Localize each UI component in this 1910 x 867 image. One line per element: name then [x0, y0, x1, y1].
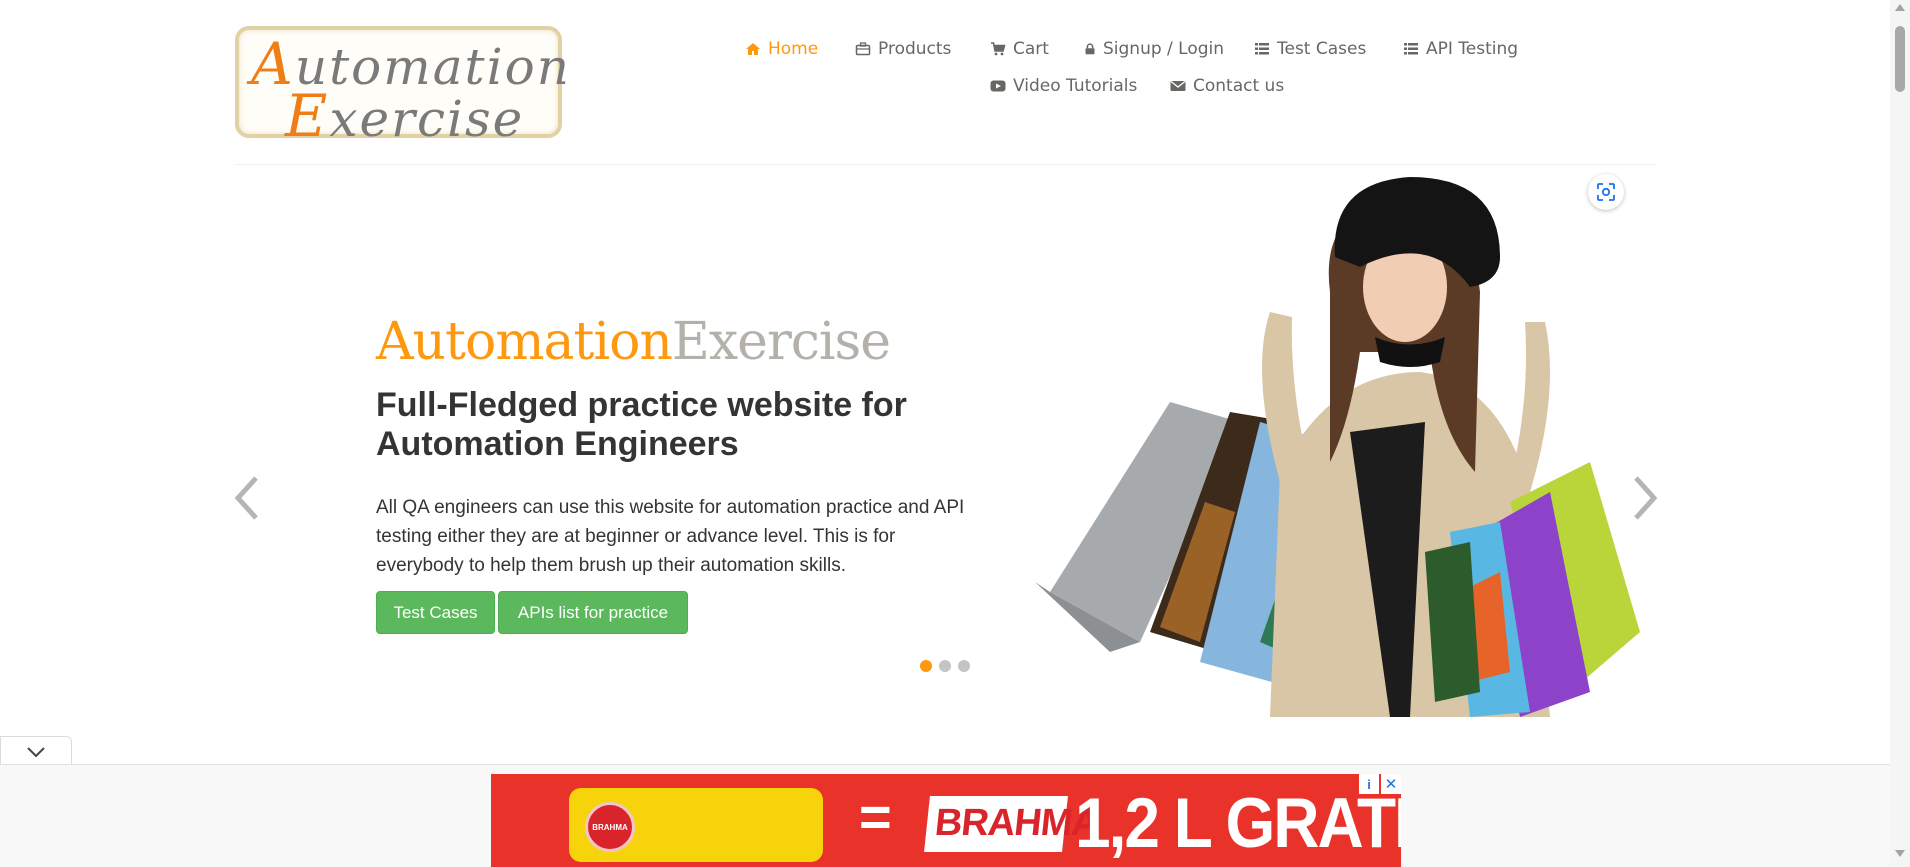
ad-brand-logo: BRAHMA [924, 796, 1100, 852]
ad-brand-badge: BRAHMA [585, 802, 635, 852]
ad-offer-text: 1,2 L GRATIS [1075, 783, 1401, 863]
scroll-up-arrow-icon[interactable] [1895, 4, 1905, 11]
hero-description: All QA engineers can use this website fo… [376, 497, 965, 576]
nav-cart[interactable]: Cart [990, 39, 1049, 59]
ad-banner[interactable]: BRAHMA = BRAHMA 1,2 L GRATIS i ✕ [491, 774, 1401, 867]
nav-products[interactable]: Products [855, 39, 951, 59]
scrollbar-thumb[interactable] [1895, 26, 1905, 92]
ad-yellow-panel: BRAHMA [569, 788, 823, 862]
cart-icon [991, 42, 1006, 56]
ad-close-icon[interactable]: ✕ [1381, 774, 1401, 794]
nav-api-testing[interactable]: API Testing [1403, 39, 1518, 59]
ad-container: BRAHMA = BRAHMA 1,2 L GRATIS i ✕ [0, 764, 1890, 867]
list-icon [1404, 43, 1418, 55]
nav-video-tutorials[interactable]: Video Tutorials [990, 76, 1137, 96]
youtube-play-icon [990, 80, 1006, 92]
nav-test-cases[interactable]: Test Cases [1254, 39, 1366, 59]
apis-list-button[interactable]: APIs list for practice [498, 591, 688, 634]
envelope-icon [1170, 80, 1186, 91]
logo-line-exercise: Exercise [285, 82, 525, 150]
chevron-right-icon [1634, 476, 1658, 520]
slider-indicator-3[interactable] [958, 660, 970, 672]
ad-equals-sign: = [859, 785, 892, 848]
briefcase-icon [855, 42, 871, 56]
slider-prev-arrow[interactable] [232, 470, 262, 526]
hero-shopping-girl-image [1035, 177, 1640, 717]
page-scrollbar[interactable] [1890, 0, 1910, 867]
home-icon [746, 43, 760, 55]
scroll-down-arrow-icon[interactable] [1895, 850, 1905, 857]
chevron-left-icon [234, 476, 258, 520]
lens-icon [1597, 183, 1615, 201]
hero-brand-title: AutomationExercise [376, 312, 891, 372]
nav-signup-login[interactable]: Signup / Login [1084, 39, 1224, 59]
ad-collapse-toggle[interactable] [0, 736, 72, 766]
list-icon [1255, 43, 1269, 55]
site-logo[interactable]: Automation Exercise [235, 26, 569, 150]
test-cases-button[interactable]: Test Cases [376, 591, 495, 634]
hero-subtitle: Full-Fledged practice website for Automa… [376, 386, 907, 463]
nav-home[interactable]: Home [745, 39, 818, 59]
slider-next-arrow[interactable] [1630, 470, 1660, 526]
header-divider [235, 164, 1657, 165]
nav-contact-us[interactable]: Contact us [1170, 76, 1284, 96]
google-lens-button[interactable] [1588, 174, 1624, 210]
slider-indicator-1[interactable] [920, 660, 932, 672]
chevron-down-icon [27, 746, 45, 757]
slider-indicator-2[interactable] [939, 660, 951, 672]
ad-info-icon[interactable]: i [1359, 774, 1379, 794]
lock-icon [1085, 43, 1095, 55]
